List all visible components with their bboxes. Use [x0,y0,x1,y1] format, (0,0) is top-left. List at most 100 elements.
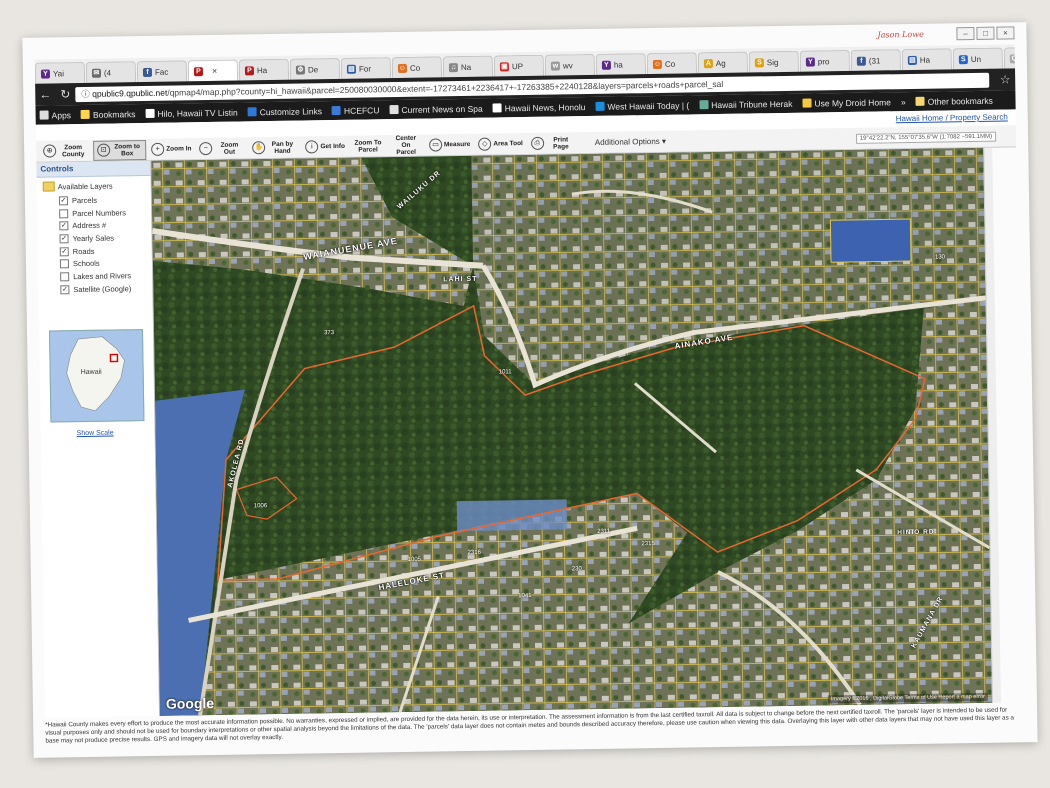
browser-tab[interactable]: QNe [1003,46,1016,69]
toolbar-button[interactable]: ⊕ Zoom County [40,141,91,160]
info-icon[interactable]: ⓘ [81,88,92,98]
browser-tab[interactable]: w wv [544,53,596,76]
bookmark-icon [247,107,257,117]
tab-favicon-icon: f [856,56,866,66]
toolbar-icon: ◇ [478,137,492,151]
browser-tab[interactable]: ♫ Na [442,55,494,78]
parcel-number-label: 1005 [407,556,422,563]
toolbar-button-label: Zoom In [166,145,192,153]
browser-tab[interactable]: ☺ Co [646,52,698,75]
layer-checkbox[interactable]: ✓ [59,221,69,231]
bookmark-item[interactable]: Use My Droid Home [802,97,891,108]
tab-label: ha [613,60,623,70]
toolbar-button-label: Zoom to Box [114,142,140,157]
layer-label: Yearly Sales [72,233,115,244]
bookmark-item[interactable]: West Hawaii Today | ( [595,100,689,111]
toolbar-button[interactable]: ⊡ Zoom to Box [93,139,147,161]
layer-checkbox[interactable]: ✓ [59,234,69,244]
toolbar-button-label: Print Page [553,135,569,151]
layer-checkbox[interactable]: ✓ [59,246,69,256]
browser-tab[interactable]: P Ha [238,58,290,81]
layer-row[interactable]: ✓ Satellite (Google) [44,282,152,296]
available-layers-node[interactable]: Available Layers [42,180,151,192]
toolbar-button[interactable]: ▭ Measure [426,135,474,154]
minimize-button[interactable]: – [956,26,975,41]
layer-checkbox[interactable] [59,208,69,218]
browser-tab[interactable]: f Fac [136,60,188,83]
overview-minimap[interactable]: Hawaii [49,329,145,423]
browser-tab[interactable]: Yha [595,53,647,75]
bookmark-item[interactable]: Current News on Spa [389,103,483,114]
bookmark-icon [39,110,49,120]
parcel-number-label: 373 [324,330,335,337]
additional-options-menu[interactable]: Additional Options ▾ [595,137,666,147]
toolbar-button[interactable]: i Get Info [302,137,348,156]
tab-label: Sig [766,57,779,67]
toolbar-button[interactable]: + Zoom In [148,140,195,159]
toolbar-button[interactable]: ◇ Area Tool [475,135,526,154]
browser-tab[interactable]: ✉ (4 [85,61,137,83]
header-links[interactable]: Hawaii Home / Property Search [896,112,1008,123]
controls-panel: Controls Available Layers ✓ Parcels Parcel… [36,160,161,718]
bookmark-item[interactable]: HCEFCU [331,105,379,116]
tab-label: Fac [154,67,169,77]
map-view[interactable]: WAIANUENUE AVE HALELOKE ST AINAKO AVE AK… [151,147,992,716]
close-window-button[interactable]: × [996,26,1015,40]
tab-label: wv [562,60,573,70]
tab-favicon-icon: w [550,60,560,71]
toolbar-button[interactable]: ✋ Pan by Hand [249,138,300,157]
browser-tab[interactable]: S Sig [748,50,800,73]
bookmark-icon [80,109,91,120]
bookmark-icon [331,105,342,116]
toolbar-icon: − [199,141,213,156]
browser-tab[interactable]: ☺ Co [391,56,443,79]
bookmark-item[interactable]: Apps [39,110,71,120]
browser-tab[interactable]: ⚙ De [289,57,341,80]
layer-checkbox[interactable]: ✓ [58,196,69,206]
toolbar-button[interactable]: Center On Parcel [388,135,424,156]
bookmark-item[interactable]: Hawaii Tribune Herak [699,98,792,110]
reload-icon[interactable]: ↻ [55,87,75,101]
toolbar-icon: + [151,142,165,156]
browser-tab[interactable]: ▣ UP [493,54,545,77]
bookmark-icon [699,100,709,110]
tab-label: pro [817,56,830,66]
browser-tab[interactable]: Y Yai [34,61,86,84]
bookmark-item[interactable]: Hawaii News, Honolu [492,102,586,113]
toolbar-button[interactable]: − Zoom Out [196,139,247,158]
folder-icon [42,181,55,192]
toolbar-button[interactable]: ⎙ Print Page [528,134,579,153]
bookmark-item[interactable]: Customize Links [247,105,323,117]
tab-favicon-icon: ▣ [499,61,509,71]
back-icon[interactable]: ← [35,87,55,101]
parcel-number-label: 2311 [597,528,611,535]
layer-checkbox[interactable] [59,259,70,269]
bookmark-item[interactable]: Other bookmarks [915,95,993,106]
browser-tab[interactable]: ▤ For [340,57,392,79]
browser-tab[interactable]: f (31 [850,49,902,71]
star-icon[interactable]: ☆ [995,72,1015,86]
layer-checkbox[interactable]: ✓ [60,284,70,295]
bookmark-item[interactable]: » [901,97,906,107]
browser-tab[interactable]: Ypro [799,49,851,72]
layer-checkbox[interactable] [60,272,70,282]
toolbar-button[interactable]: Zoom To Parcel [350,137,386,156]
parcel-number-label: 1006 [253,503,268,510]
bookmark-label: Customize Links [259,105,323,117]
tab-favicon-icon: S [958,54,968,64]
tab-label: Yai [52,68,65,78]
show-scale-link[interactable]: Show Scale [77,430,114,438]
browser-tab[interactable]: S Un [952,47,1004,70]
layer-label: Schools [72,259,100,269]
close-tab-icon[interactable]: × [212,66,217,76]
browser-tab[interactable]: ▤ Ha [901,48,953,71]
maximize-button[interactable]: □ [976,26,995,40]
tab-favicon-icon: Y [805,56,815,67]
bookmark-item[interactable]: Bookmarks [80,109,136,120]
browser-tab[interactable]: A Ag [697,51,749,74]
parcel-number-label: 230 [571,566,582,573]
bookmark-label: West Hawaii Today | ( [607,99,690,112]
bookmark-item[interactable]: Hilo, Hawaii TV Listin [145,107,238,118]
browser-tab[interactable]: P × [187,59,239,82]
layer-label: Satellite (Google) [73,283,132,294]
